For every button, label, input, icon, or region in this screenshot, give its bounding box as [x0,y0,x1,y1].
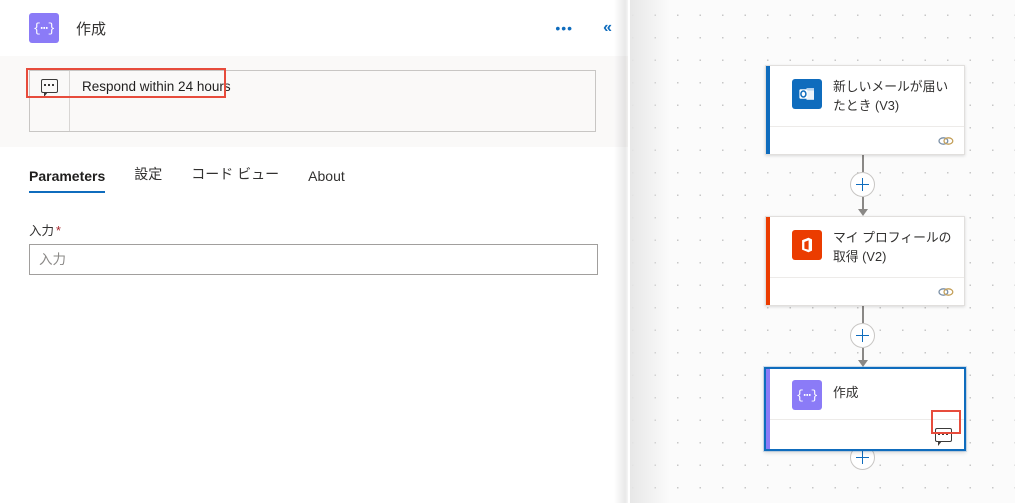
canvas-edge-fade [630,0,670,503]
add-step-button-2[interactable] [850,323,875,348]
node-accent-bar [766,217,770,306]
comment-bubble-icon [30,71,70,131]
input-field-label-text: 入力 [29,224,55,238]
arrow-head-2 [858,360,868,367]
add-step-button-1[interactable] [850,172,875,197]
comment-bubble-icon[interactable] [932,426,955,446]
node-footer [766,277,964,305]
link-chain-icon[interactable] [937,134,955,148]
node-footer [766,419,964,449]
tab-about[interactable]: About [308,168,345,193]
node-footer [766,126,964,154]
flow-canvas[interactable]: 新しいメールが届いたとき (V3) マイ プロフィールの取得 (V2) {⋯} … [630,0,1015,503]
input-field-block: 入力 * [29,220,598,275]
action-details-screen: {⋯} 作成 ••• « Respond within 24 hours Par… [0,0,1015,503]
tab-bar: Parameters 設定 コード ビュー About [29,164,374,193]
required-marker: * [56,224,61,238]
input-field-label: 入力 * [29,220,598,239]
panel-header: {⋯} 作成 [0,0,628,56]
comment-section: Respond within 24 hours [0,56,628,147]
node-body: {⋯} 作成 [766,369,964,419]
tab-parameters[interactable]: Parameters [29,168,106,193]
tab-code-view[interactable]: コード ビュー [191,164,279,193]
input-field[interactable] [29,244,598,275]
page-title: 作成 [76,20,107,38]
node-title: 新しいメールが届いたとき (V3) [833,79,949,113]
flow-node-get-my-profile[interactable]: マイ プロフィールの取得 (V2) [765,216,965,307]
arrow-head-1 [858,209,868,216]
node-accent-bar [766,369,770,449]
node-title: 作成 [833,385,859,400]
comment-text[interactable]: Respond within 24 hours [70,71,595,131]
collapse-panel-icon[interactable]: « [597,16,618,40]
comment-box[interactable]: Respond within 24 hours [29,70,596,132]
compose-icon: {⋯} [792,380,822,410]
node-body: マイ プロフィールの取得 (V2) [766,217,964,277]
link-chain-icon[interactable] [937,285,955,299]
action-details-panel: {⋯} 作成 ••• « Respond within 24 hours Par… [0,0,628,503]
node-title: マイ プロフィールの取得 (V2) [833,230,952,264]
node-body: 新しいメールが届いたとき (V3) [766,66,964,126]
outlook-icon [792,79,822,109]
compose-icon: {⋯} [29,13,59,43]
office365-icon [792,230,822,260]
tab-settings[interactable]: 設定 [134,164,162,193]
panel-header-actions: ••• « [549,0,618,56]
more-options-icon[interactable]: ••• [549,17,579,39]
flow-node-trigger[interactable]: 新しいメールが届いたとき (V3) [765,65,965,156]
node-accent-bar [766,66,770,155]
flow-node-compose[interactable]: {⋯} 作成 [764,367,966,451]
